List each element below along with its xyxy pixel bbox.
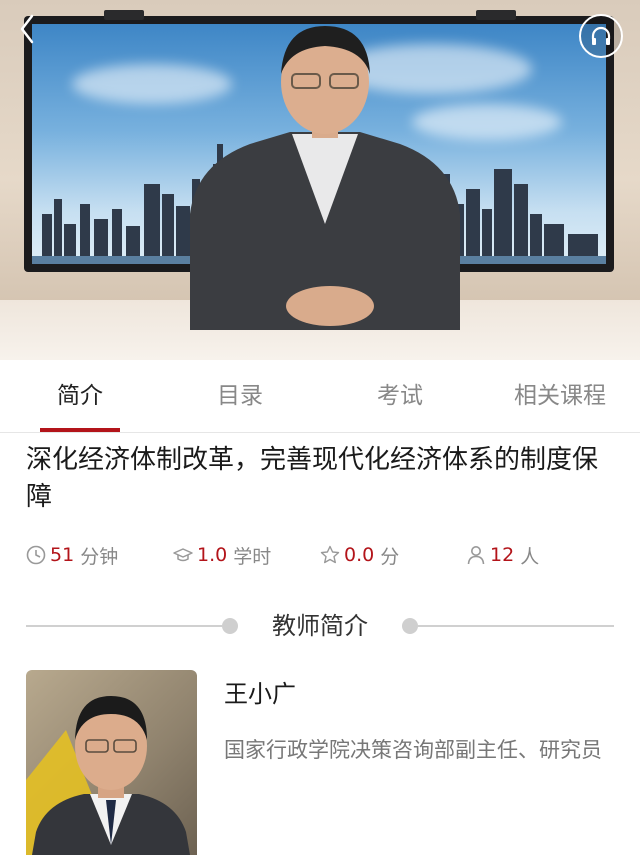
duration-unit: 分钟 <box>80 545 119 568</box>
tab-intro[interactable]: 简介 <box>0 360 160 432</box>
tab-catalog[interactable]: 目录 <box>160 360 320 432</box>
divider-line <box>26 625 222 627</box>
teacher-name: 王小广 <box>224 680 296 708</box>
video-player[interactable] <box>0 0 640 360</box>
graduation-cap-icon <box>173 545 193 565</box>
duration-stat: 51 分钟 <box>26 538 118 572</box>
rating-stat: 0.0 分 <box>320 538 399 572</box>
person-icon <box>466 545 486 565</box>
credit-unit: 学时 <box>233 545 272 568</box>
section-title: 教师简介 <box>272 612 368 640</box>
course-title: 深化经济体制改革，完善现代化经济体系的制度保障 <box>26 445 599 512</box>
star-icon <box>320 545 340 565</box>
teacher-section-header: 教师简介 <box>0 606 640 646</box>
presenter-figure <box>190 26 460 330</box>
back-chevron-icon[interactable] <box>20 14 34 44</box>
screen-mount <box>104 10 144 20</box>
learners-stat: 12 人 <box>466 538 539 572</box>
divider-dot <box>402 618 418 634</box>
clock-icon <box>26 545 46 565</box>
headphones-icon[interactable] <box>579 14 623 58</box>
divider-line <box>418 625 614 627</box>
course-stats: 51 分钟 1.0 学时 0.0 分 12 人 <box>0 538 640 572</box>
tab-bar: 简介 目录 考试 相关课程 <box>0 360 640 433</box>
tab-exam[interactable]: 考试 <box>320 360 480 432</box>
rating-value: 0.0 <box>344 544 375 566</box>
credit-stat: 1.0 学时 <box>173 538 271 572</box>
tab-related-courses[interactable]: 相关课程 <box>480 360 640 432</box>
divider-dot <box>222 618 238 634</box>
teacher-description: 国家行政学院决策咨询部副主任、研究员 <box>224 738 602 762</box>
teacher-photo <box>26 670 197 855</box>
rating-unit: 分 <box>380 545 400 568</box>
screen-mount <box>476 10 516 20</box>
active-tab-indicator <box>40 428 120 432</box>
learners-value: 12 <box>490 544 515 566</box>
learners-unit: 人 <box>520 545 540 568</box>
duration-value: 51 <box>50 544 75 566</box>
credit-value: 1.0 <box>197 544 228 566</box>
